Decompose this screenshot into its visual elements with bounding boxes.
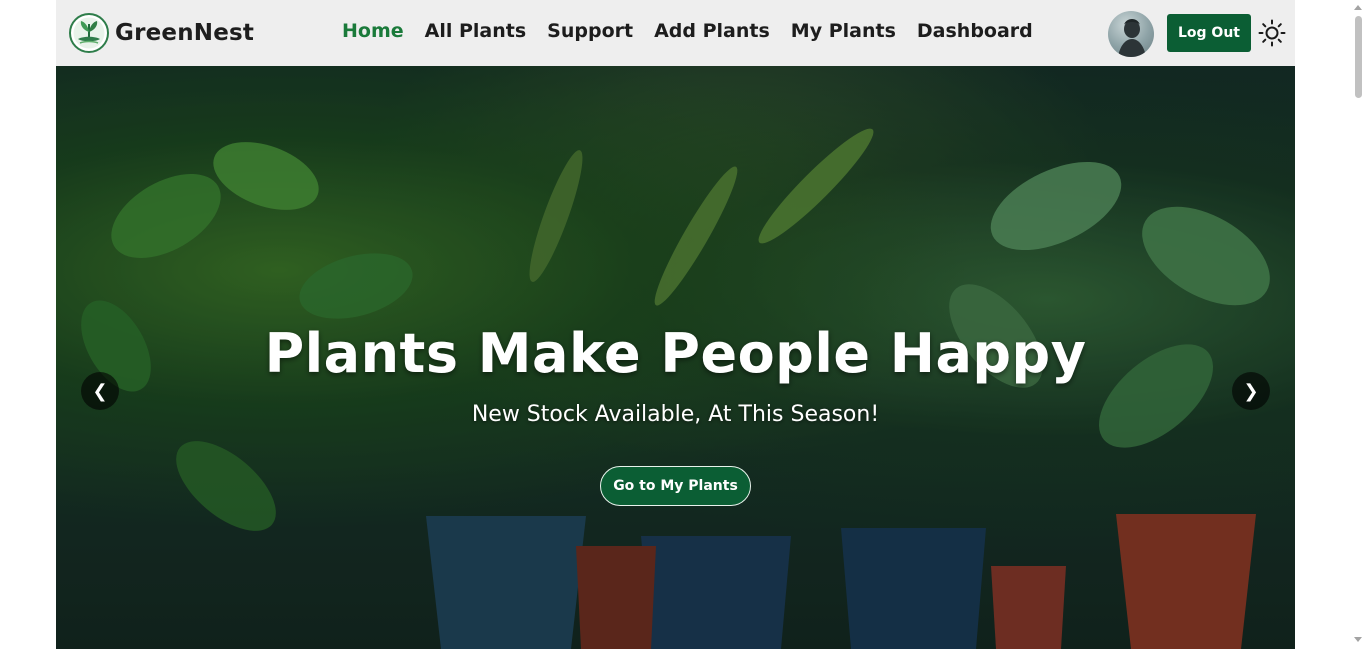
nav-link-my-plants[interactable]: My Plants — [791, 20, 896, 42]
logout-button[interactable]: Log Out — [1167, 14, 1251, 52]
nav-links: Home All Plants Support Add Plants My Pl… — [342, 20, 1054, 42]
avatar-silhouette-icon — [1118, 19, 1146, 57]
nav-link-home[interactable]: Home — [342, 20, 404, 42]
nav-link-support[interactable]: Support — [547, 20, 633, 42]
nav-link-dashboard[interactable]: Dashboard — [917, 20, 1033, 42]
page-scrollbar[interactable] — [1351, 0, 1366, 649]
carousel-next-button[interactable]: ❯ — [1232, 372, 1270, 410]
chevron-left-icon: ❮ — [92, 380, 108, 402]
nav-link-all-plants[interactable]: All Plants — [425, 20, 527, 42]
chevron-right-icon: ❯ — [1243, 380, 1259, 402]
hero-subtitle: New Stock Available, At This Season! — [471, 402, 880, 427]
scroll-up-arrow-icon[interactable] — [1354, 5, 1362, 10]
carousel-prev-button[interactable]: ❮ — [81, 372, 119, 410]
user-avatar[interactable] — [1108, 11, 1154, 57]
leaf-logo-icon — [69, 13, 109, 53]
page: GreenNest Home All Plants Support Add Pl… — [0, 0, 1366, 649]
sun-icon[interactable] — [1258, 19, 1286, 47]
hero-title: Plants Make People Happy — [264, 322, 1087, 385]
go-to-my-plants-button[interactable]: Go to My Plants — [600, 466, 751, 506]
brand-name: GreenNest — [115, 20, 255, 46]
hero-carousel: Plants Make People Happy New Stock Avail… — [56, 66, 1295, 649]
brand[interactable]: GreenNest — [69, 12, 254, 54]
scroll-down-arrow-icon[interactable] — [1354, 637, 1362, 642]
nav-link-add-plants[interactable]: Add Plants — [654, 20, 770, 42]
main-container: GreenNest Home All Plants Support Add Pl… — [56, 0, 1295, 649]
navbar: GreenNest Home All Plants Support Add Pl… — [56, 0, 1295, 66]
scroll-thumb[interactable] — [1355, 16, 1362, 98]
